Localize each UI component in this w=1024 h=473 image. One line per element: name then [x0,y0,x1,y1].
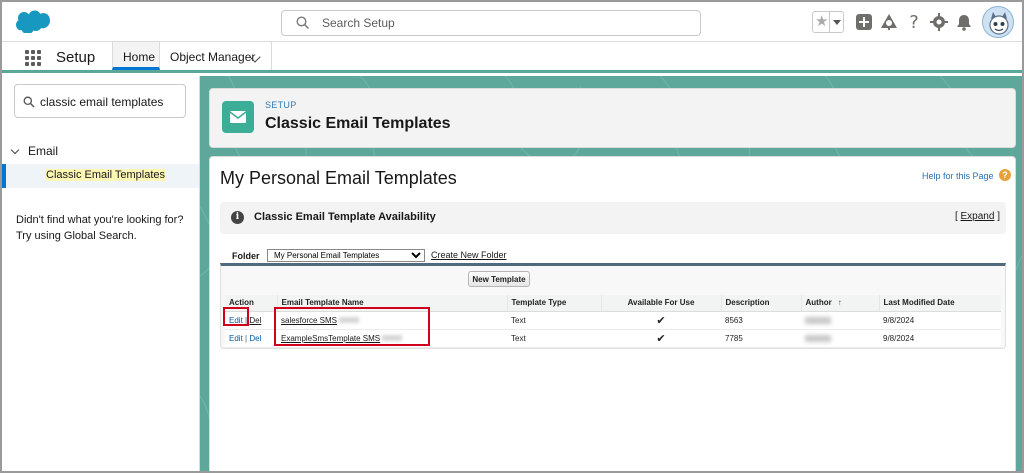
expand-control: [ Expand ] [954,211,1000,222]
salesforce-logo-icon[interactable] [16,9,50,33]
sidebar-help-line-1: Didn't find what you're looking for? [16,214,184,226]
tab-object-manager-label: Object Manager [170,50,256,64]
redacted-author [805,334,831,342]
redacted-author [805,316,831,324]
delete-link[interactable]: Del [249,334,261,343]
tab-object-manager[interactable]: Object Manager [160,42,272,70]
page-title: Classic Email Templates [265,115,451,132]
sidebar-group-email[interactable]: Email [10,144,58,158]
sidebar-item-classic-email-templates[interactable]: Classic Email Templates [2,164,199,188]
email-icon [222,101,254,133]
col-header-description[interactable]: Description [720,295,801,312]
checkmark-icon: ✔ [656,314,666,327]
folder-label: Folder [232,251,260,261]
availability-title: Classic Email Template Availability [254,211,436,223]
highlight-template-names-box [274,307,430,346]
help-question-icon[interactable]: ? [999,169,1011,181]
new-template-button[interactable]: New Template [468,271,530,287]
search-placeholder: Search Setup [322,16,395,30]
create-new-folder-link[interactable]: Create New Folder [431,250,507,260]
expand-link[interactable]: Expand [961,211,995,222]
sidebar-help-text: Didn't find what you're looking for? Try… [16,212,196,244]
sidebar-group-label: Email [28,144,59,158]
global-header: Search Setup ★ ? [2,2,1022,42]
info-icon: i [231,211,244,224]
setup-sidebar: classic email templates Email Classic Em… [2,76,200,471]
sidebar-item-label: Classic Email Templates [45,169,167,181]
col-header-type[interactable]: Template Type [506,295,601,312]
breadcrumb: SETUP [265,100,297,110]
highlight-edit-box [223,307,249,326]
col-header-modified[interactable]: Last Modified Date [878,295,1001,312]
app-name: Setup [56,49,96,66]
sidebar-help-line-2: Try using Global Search. [16,230,137,242]
chevron-down-icon [10,145,20,155]
template-type-cell: Text [507,311,601,330]
section-title: My Personal Email Templates [220,168,457,188]
search-icon [23,96,35,108]
avatar-image-icon [989,12,1009,35]
app-frame: Search Setup ★ ? Setup Home Object Manag… [0,0,1024,473]
col-header-author[interactable]: Author ↑ [800,295,879,312]
folder-select[interactable]: My Personal Email Templates [267,249,425,262]
add-icon[interactable] [854,12,874,32]
author-cell [801,311,879,330]
user-avatar[interactable] [982,6,1014,38]
help-icon[interactable]: ? [904,12,924,32]
description-cell: 7785 [721,329,801,348]
tab-home[interactable]: Home [112,42,160,70]
col-header-author-label: Author [805,298,832,308]
settings-gear-icon[interactable] [929,12,949,32]
last-modified-cell: 9/8/2024 [879,311,1001,330]
search-icon [296,16,310,30]
app-launcher-icon[interactable] [25,50,41,66]
favorite-star-icon: ★ [815,13,829,30]
col-header-available[interactable]: Available For Use [600,295,721,312]
main-content-area: SETUP Classic Email Templates My Persona… [200,76,1022,471]
global-search-input[interactable]: Search Setup [281,10,701,36]
svg-text:?: ? [909,12,919,32]
trailhead-icon[interactable] [879,12,899,32]
author-cell [801,329,879,348]
description-cell: 8563 [721,311,801,330]
action-separator: | [245,333,248,343]
availability-panel: i Classic Email Template Availability [ … [220,202,1006,234]
page-header: SETUP Classic Email Templates [209,88,1016,148]
edit-link[interactable]: Edit [229,334,243,343]
context-navbar: Setup Home Object Manager [2,42,1022,73]
sort-ascending-icon: ↑ [837,298,842,308]
checkmark-icon: ✔ [656,332,666,345]
favorites-dropdown-icon[interactable] [829,12,844,32]
quick-find-input[interactable]: classic email templates [14,84,186,118]
last-modified-cell: 9/8/2024 [879,329,1001,348]
available-for-use-cell: ✔ [601,311,721,330]
available-for-use-cell: ✔ [601,329,721,348]
favorites-button[interactable]: ★ [812,11,844,33]
template-type-cell: Text [507,329,601,348]
help-for-page-link[interactable]: Help for this Page [922,171,994,181]
quick-find-value: classic email templates [40,95,164,109]
row-actions: Edit | Del [225,329,277,348]
delete-link[interactable]: Del [249,316,261,325]
notification-bell-icon[interactable] [954,12,974,32]
